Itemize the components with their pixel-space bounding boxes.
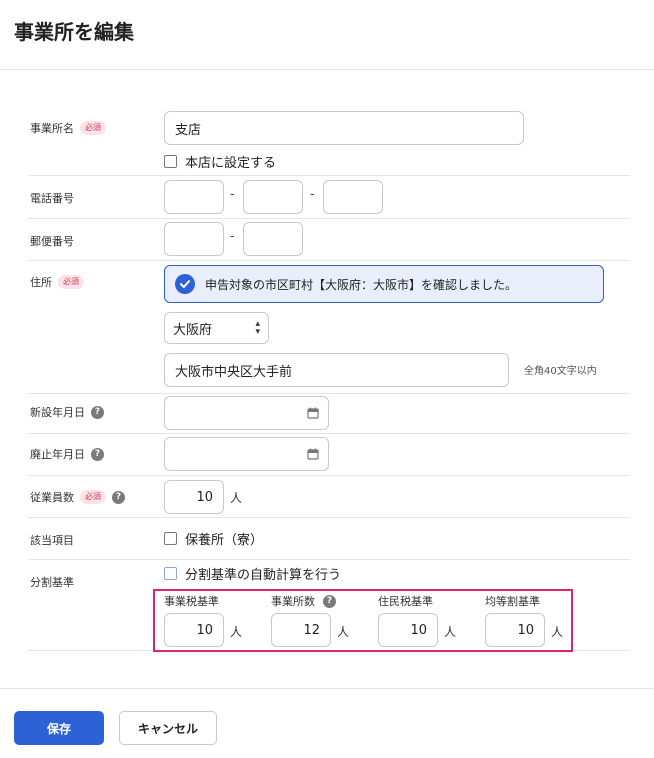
recreation-facility-checkbox-row[interactable]: 保養所（寮） [164, 529, 263, 548]
postal-label: 郵便番号 [30, 235, 74, 248]
split-basis-label: 分割基準 [30, 576, 74, 589]
phone-part2-input[interactable] [243, 180, 303, 214]
office-count-label: 事業所数 [271, 595, 315, 608]
business-tax-basis-label: 事業税基準 [164, 595, 219, 608]
abolished-label: 廃止年月日 [30, 448, 85, 461]
select-arrows-icon: ▴ ▾ [255, 319, 260, 337]
employees-label-group: 従業員数 必須 ? [30, 489, 125, 505]
phone-dash-2: - [310, 187, 315, 202]
save-button[interactable]: 保存 [14, 711, 104, 745]
address-label: 住所 [30, 276, 52, 289]
established-label-group: 新設年月日 ? [30, 404, 104, 420]
recreation-facility-checkbox[interactable] [164, 532, 177, 545]
phone-part3-input[interactable] [323, 180, 383, 214]
established-date-input[interactable] [164, 396, 329, 430]
established-label: 新設年月日 [30, 406, 85, 419]
check-circle-icon [175, 274, 195, 294]
employees-unit: 人 [230, 491, 243, 505]
recreation-facility-label: 保養所（寮） [185, 533, 264, 548]
street-address-input[interactable]: 大阪市中央区大手前 [164, 353, 509, 387]
prefecture-select-value: 大阪府 [173, 322, 213, 338]
postal-part1-input[interactable] [164, 222, 224, 256]
address-label-group: 住所 必須 [30, 274, 84, 290]
help-icon[interactable]: ? [91, 447, 104, 461]
calendar-icon[interactable] [307, 448, 319, 460]
auto-calc-checkbox[interactable] [164, 567, 177, 580]
employees-label: 従業員数 [30, 491, 74, 504]
abolished-label-group: 廃止年月日 ? [30, 446, 104, 462]
head-office-checkbox-row[interactable]: 本店に設定する [164, 152, 276, 171]
auto-calc-label: 分割基準の自動計算を行う [185, 568, 342, 583]
abolished-date-input[interactable] [164, 437, 329, 471]
resident-tax-basis-unit: 人 [444, 625, 457, 639]
phone-dash-1: - [230, 187, 235, 202]
employees-input[interactable]: 10 [164, 480, 224, 514]
established-row [28, 394, 630, 434]
category-row [28, 518, 630, 560]
required-badge: 必須 [80, 490, 106, 504]
business-tax-basis-unit: 人 [230, 625, 243, 639]
prefecture-select[interactable]: 大阪府 ▴ ▾ [164, 312, 269, 344]
cancel-button[interactable]: キャンセル [119, 711, 217, 745]
office-count-unit: 人 [337, 625, 350, 639]
office-name-input[interactable]: 支店 [164, 111, 524, 145]
postal-row [28, 219, 630, 261]
office-name-label-group: 事業所名 必須 [30, 120, 106, 136]
help-icon[interactable]: ? [112, 490, 125, 504]
office-count-input[interactable]: 12 [271, 613, 331, 647]
head-office-checkbox-label: 本店に設定する [185, 156, 277, 171]
per-capita-basis-input[interactable]: 10 [485, 613, 545, 647]
abolished-row [28, 434, 630, 476]
required-badge: 必須 [58, 275, 84, 289]
head-office-checkbox[interactable] [164, 155, 177, 168]
address-confirm-text: 申告対象の市区町村【大阪府：大阪市】を確認しました。 [205, 277, 518, 292]
help-icon[interactable]: ? [323, 594, 336, 608]
help-icon[interactable]: ? [91, 405, 104, 419]
per-capita-basis-unit: 人 [551, 625, 564, 639]
per-capita-basis-label: 均等割基準 [485, 595, 540, 608]
resident-tax-basis-input[interactable]: 10 [378, 613, 438, 647]
phone-part1-input[interactable] [164, 180, 224, 214]
street-address-hint: 全角40文字以内 [524, 366, 597, 377]
business-tax-basis-input[interactable]: 10 [164, 613, 224, 647]
address-confirm-notice: 申告対象の市区町村【大阪府：大阪市】を確認しました。 [164, 265, 604, 303]
calendar-icon[interactable] [307, 407, 319, 419]
footer-divider [0, 688, 654, 689]
phone-label: 電話番号 [30, 192, 74, 205]
page-title: 事業所を編集 [14, 20, 134, 44]
office-count-label-group: 事業所数 ? [271, 593, 336, 609]
auto-calc-checkbox-row[interactable]: 分割基準の自動計算を行う [164, 564, 341, 583]
required-badge: 必須 [80, 121, 106, 135]
postal-dash: - [230, 229, 235, 244]
postal-part2-input[interactable] [243, 222, 303, 256]
category-label: 該当項目 [30, 534, 74, 547]
resident-tax-basis-label: 住民税基準 [378, 595, 433, 608]
office-name-label: 事業所名 [30, 122, 74, 135]
